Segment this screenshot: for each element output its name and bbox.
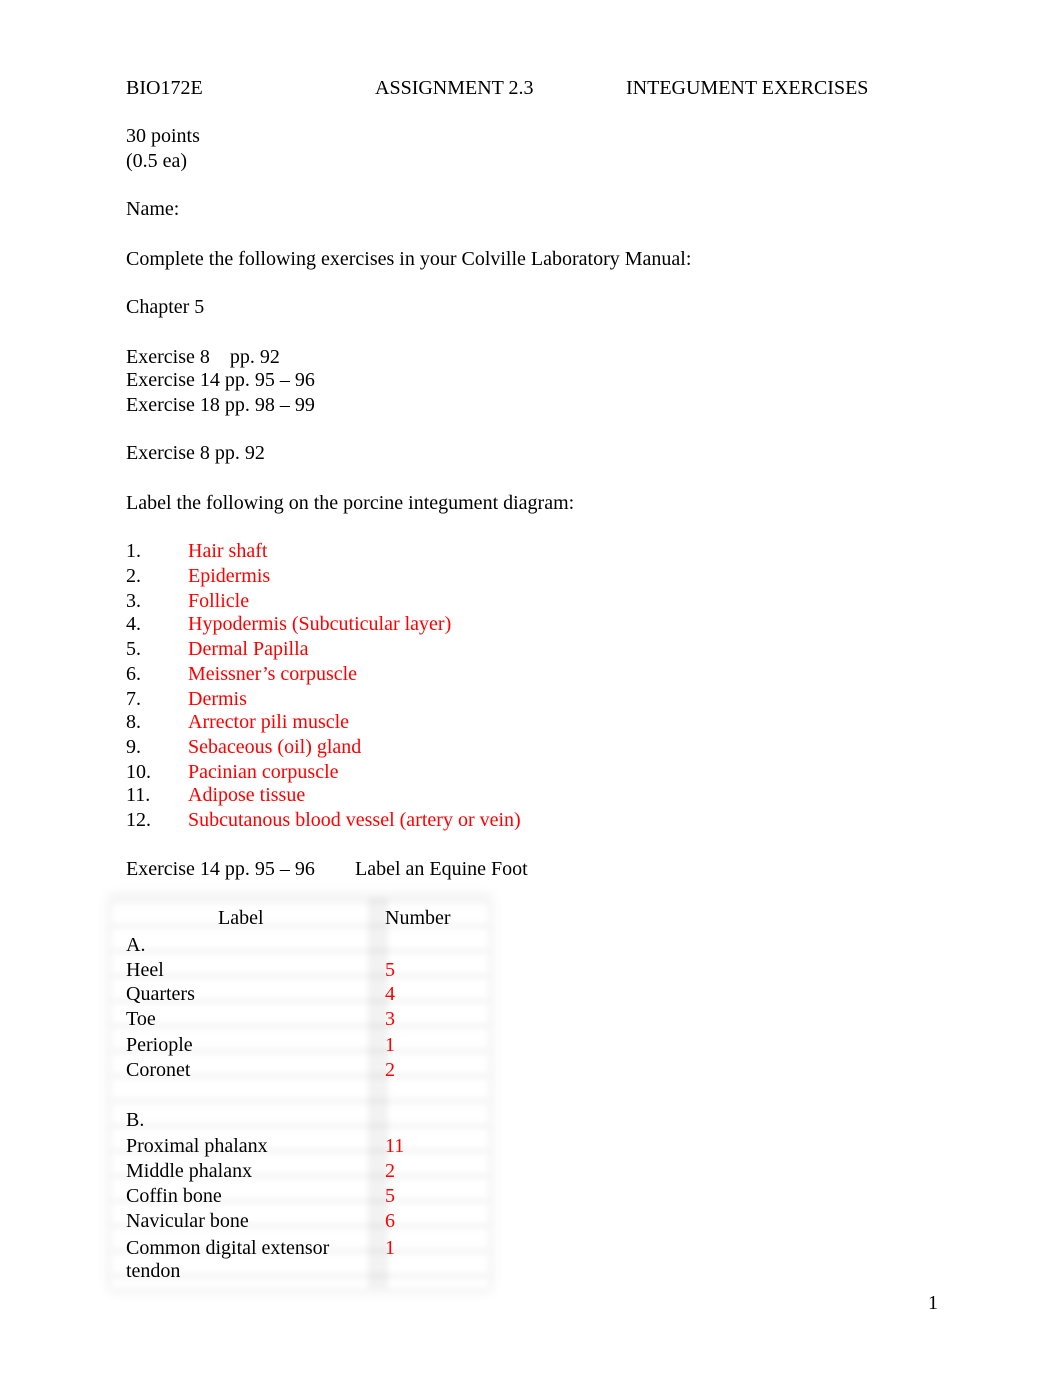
list-item: 4. Hypodermis (Subcuticular layer) <box>0 612 700 636</box>
table-cell-label: Coffin bone <box>126 1185 222 1207</box>
table-cell-label: Quarters <box>126 983 195 1005</box>
points-each: (0.5 ea) <box>126 150 188 172</box>
answer-text: Sebaceous (oil) gland <box>188 736 362 758</box>
list-item: 1. Hair shaft <box>0 539 700 563</box>
exercise8-prompt: Label the following on the porcine integ… <box>126 492 575 514</box>
table-cell-number: 3 <box>385 1008 395 1030</box>
table-cell-number: 1 <box>385 1237 395 1259</box>
answer-text: Epidermis <box>188 565 271 587</box>
exercise-list-item: Exercise 14 pp. 95 – 96 <box>126 369 315 391</box>
instructions: Complete the following exercises in your… <box>126 248 692 270</box>
list-number: 7. <box>126 688 141 710</box>
table-cell-label: Periople <box>126 1034 193 1056</box>
answer-text: Follicle <box>188 590 250 612</box>
answer-text: Meissner’s corpuscle <box>188 663 358 685</box>
table-cell-number: 1 <box>385 1034 395 1056</box>
list-number: 12. <box>126 809 151 831</box>
answer-text: Arrector pili muscle <box>188 711 350 733</box>
list-number: 1. <box>126 540 141 562</box>
table-cell-number: 2 <box>385 1160 395 1182</box>
list-item: 5. Dermal Papilla <box>0 637 700 661</box>
list-number: 10. <box>126 761 151 783</box>
exercise14-heading: Exercise 14 pp. 95 – 96 <box>126 858 315 880</box>
table-cell-label: Coronet <box>126 1059 191 1081</box>
chapter-heading: Chapter 5 <box>126 296 205 318</box>
table-cell-label: Common digital extensor <box>126 1237 330 1259</box>
list-item: 6. Meissner’s corpuscle <box>0 662 700 686</box>
table-cell-label: A. <box>126 934 146 956</box>
name-label: Name: <box>126 198 180 220</box>
course-code: BIO172E <box>126 77 203 99</box>
answer-text: Dermis <box>188 688 247 710</box>
answer-text: Subcutanous blood vessel (artery or vein… <box>188 809 521 831</box>
answer-text: Hypodermis (Subcuticular layer) <box>188 613 452 635</box>
table-cell-label-continued: tendon <box>126 1260 181 1282</box>
answer-text: Pacinian corpuscle <box>188 761 339 783</box>
page-number: 1 <box>928 1292 938 1314</box>
exercise-list-item: Exercise 18 pp. 98 – 99 <box>126 394 315 416</box>
list-number: 4. <box>126 613 141 635</box>
table-cell-number: 2 <box>385 1059 395 1081</box>
list-number: 9. <box>126 736 141 758</box>
list-number: 5. <box>126 638 141 660</box>
list-item: 7. Dermis <box>0 687 700 711</box>
document-title: INTEGUMENT EXERCISES <box>626 77 869 99</box>
table-cell-label: Toe <box>126 1008 156 1030</box>
list-number: 11. <box>126 784 151 806</box>
list-number: 2. <box>126 565 141 587</box>
table-cell-number: 5 <box>385 959 395 981</box>
equine-foot-table: Label Number A. Heel 5 Quarters 4 Toe 3 … <box>112 898 488 1288</box>
list-item: 3. Follicle <box>0 589 700 613</box>
table-cell-label: Middle phalanx <box>126 1160 253 1182</box>
exercise-list-item: Exercise 8 pp. 92 <box>126 346 280 368</box>
answer-text: Dermal Papilla <box>188 638 309 660</box>
list-item: 2. Epidermis <box>0 564 700 588</box>
exercise14-subtitle: Label an Equine Foot <box>355 858 528 880</box>
list-item: 8. Arrector pili muscle <box>0 710 700 734</box>
column-header-label: Label <box>218 907 264 929</box>
assignment-number: ASSIGNMENT 2.3 <box>375 77 534 99</box>
table-cell-number: 4 <box>385 983 395 1005</box>
list-item: 11. Adipose tissue <box>0 783 700 807</box>
table-cell-label: Navicular bone <box>126 1210 249 1232</box>
list-item: 10. Pacinian corpuscle <box>0 760 700 784</box>
table-cell-label: B. <box>126 1109 145 1131</box>
list-number: 8. <box>126 711 141 733</box>
table-cell-label: Heel <box>126 959 164 981</box>
column-header-number: Number <box>385 907 451 929</box>
answer-text: Adipose tissue <box>188 784 306 806</box>
exercise8-heading: Exercise 8 pp. 92 <box>126 442 265 464</box>
list-number: 3. <box>126 590 141 612</box>
list-item: 9. Sebaceous (oil) gland <box>0 735 700 759</box>
table-cell-label: Proximal phalanx <box>126 1135 268 1157</box>
list-item: 12. Subcutanous blood vessel (artery or … <box>0 808 700 832</box>
table-cell-number: 11 <box>385 1135 405 1157</box>
table-cell-number: 5 <box>385 1185 395 1207</box>
list-number: 6. <box>126 663 141 685</box>
table-cell-number: 6 <box>385 1210 395 1232</box>
points-total: 30 points <box>126 125 200 147</box>
answer-text: Hair shaft <box>188 540 268 562</box>
